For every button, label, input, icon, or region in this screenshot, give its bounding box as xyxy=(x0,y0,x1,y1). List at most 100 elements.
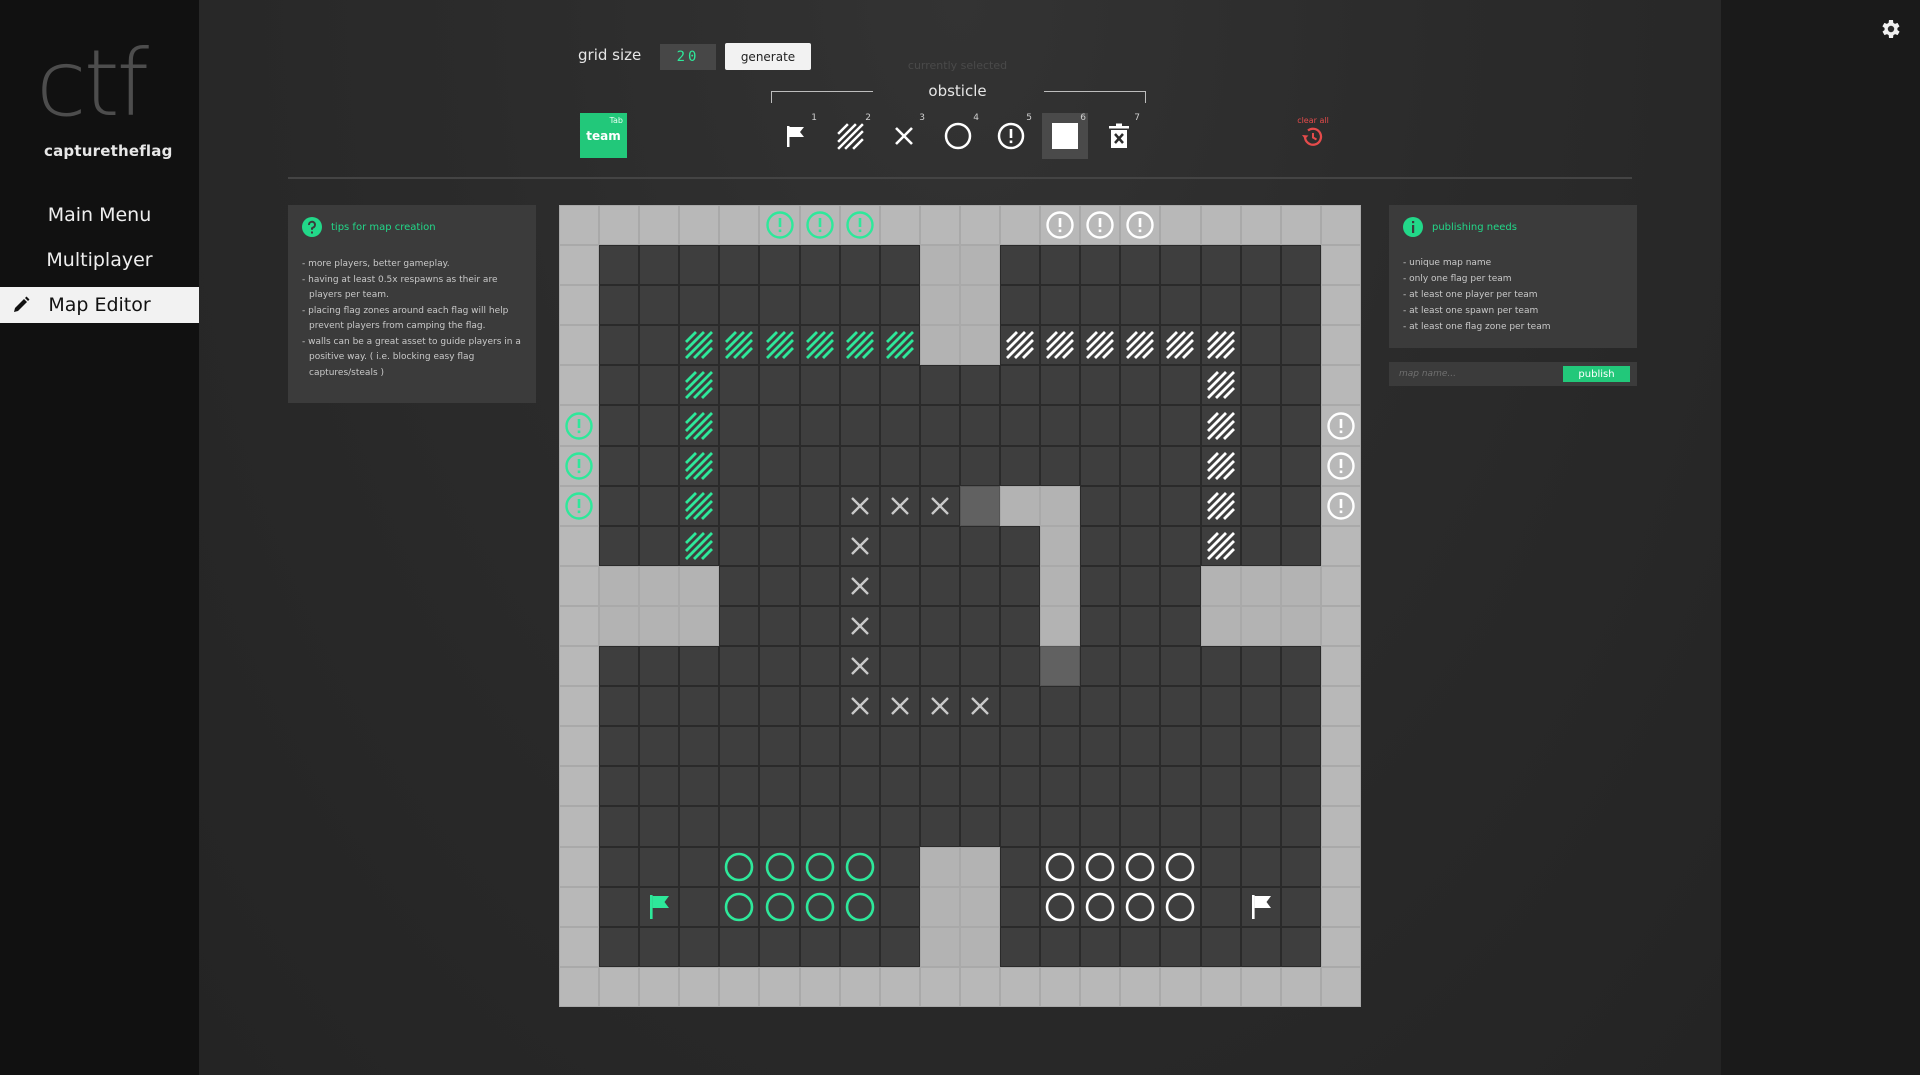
map-cell-floor[interactable] xyxy=(799,806,840,847)
map-cell-floor[interactable] xyxy=(839,405,880,446)
map-cell-floor[interactable] xyxy=(1200,686,1241,727)
map-cell-floor[interactable] xyxy=(759,806,800,847)
map-cell-white-flag-zone[interactable] xyxy=(1080,886,1121,927)
map-cell-floor[interactable] xyxy=(679,806,720,847)
map-cell-white-hatch[interactable] xyxy=(1040,325,1081,366)
map-cell-floor[interactable] xyxy=(1000,565,1041,606)
map-cell-green-flag-zone[interactable] xyxy=(759,886,800,927)
map-cell-floor[interactable] xyxy=(839,926,880,967)
map-cell-floor[interactable] xyxy=(1040,646,1081,687)
map-cell-edge-wall[interactable] xyxy=(1320,886,1361,927)
map-cell-floor[interactable] xyxy=(879,646,920,687)
map-cell-floor[interactable] xyxy=(759,365,800,406)
clear-all-button[interactable]: clear all xyxy=(1290,113,1336,159)
tool-circle[interactable]: 4 xyxy=(935,113,981,159)
map-cell-floor[interactable] xyxy=(719,285,760,326)
map-cell-floor[interactable] xyxy=(1280,405,1321,446)
map-cell-floor[interactable] xyxy=(1080,726,1121,767)
map-cell-floor[interactable] xyxy=(1120,926,1161,967)
map-cell-x-mark[interactable] xyxy=(959,686,1001,727)
map-cell-floor[interactable] xyxy=(599,525,640,566)
map-cell-floor[interactable] xyxy=(719,926,760,967)
map-cell-x-mark[interactable] xyxy=(839,485,880,526)
map-cell-edge-wall[interactable] xyxy=(679,966,720,1007)
map-cell-green-flag-zone[interactable] xyxy=(799,886,840,927)
map-cell-edge-wall[interactable] xyxy=(1080,966,1121,1007)
map-cell-floor[interactable] xyxy=(919,365,960,406)
map-cell-edge-wall[interactable] xyxy=(559,365,600,406)
map-cell-floor[interactable] xyxy=(1000,806,1041,847)
map-cell-floor[interactable] xyxy=(719,365,760,406)
map-cell-edge-wall[interactable] xyxy=(1240,966,1281,1007)
map-cell-edge-wall[interactable] xyxy=(879,966,920,1007)
map-cell-floor[interactable] xyxy=(1000,525,1041,566)
map-cell-green-spawn[interactable] xyxy=(759,205,800,246)
map-cell-floor[interactable] xyxy=(639,806,680,847)
map-cell-floor[interactable] xyxy=(1280,846,1321,887)
map-cell-floor[interactable] xyxy=(1080,245,1121,286)
map-cell-white-spawn[interactable] xyxy=(1080,205,1121,246)
map-cell-floor[interactable] xyxy=(879,605,920,647)
map-cell-floor[interactable] xyxy=(759,405,800,446)
map-cell-floor[interactable] xyxy=(639,926,680,967)
map-cell-green-spawn[interactable] xyxy=(559,445,600,486)
map-cell-floor[interactable] xyxy=(919,646,960,687)
map-cell-edge-wall[interactable] xyxy=(1320,205,1361,246)
map-cell-floor[interactable] xyxy=(959,445,1001,486)
map-cell-white-flag-zone[interactable] xyxy=(1120,886,1161,927)
map-cell-floor[interactable] xyxy=(599,245,640,286)
map-cell-white-hatch[interactable] xyxy=(1200,405,1241,446)
map-cell-floor[interactable] xyxy=(759,445,800,486)
map-cell-floor[interactable] xyxy=(1080,485,1121,526)
map-cell-floor[interactable] xyxy=(879,565,920,606)
map-cell-floor[interactable] xyxy=(1160,485,1201,526)
map-cell-floor[interactable] xyxy=(1200,245,1241,286)
map-cell-white-flag-zone[interactable] xyxy=(1160,846,1201,887)
generate-button[interactable]: generate xyxy=(725,43,811,70)
map-cell-floor[interactable] xyxy=(1000,445,1041,486)
map-cell-edge-wall[interactable] xyxy=(1320,766,1361,807)
map-cell-edge-wall[interactable] xyxy=(1320,565,1361,606)
map-cell-floor[interactable] xyxy=(1120,726,1161,767)
map-cell-floor[interactable] xyxy=(799,565,840,606)
map-cell-green-hatch[interactable] xyxy=(879,325,920,366)
map-cell-floor[interactable] xyxy=(759,525,800,566)
map-cell-floor[interactable] xyxy=(1120,686,1161,727)
map-cell-floor[interactable] xyxy=(599,405,640,446)
map-cell-floor[interactable] xyxy=(1240,646,1281,687)
map-cell-wall[interactable] xyxy=(959,886,1001,927)
map-cell-x-mark[interactable] xyxy=(839,646,880,687)
map-cell-floor[interactable] xyxy=(1280,686,1321,727)
grid-size-input[interactable] xyxy=(660,44,716,70)
map-cell-floor[interactable] xyxy=(1240,485,1281,526)
map-cell-floor[interactable] xyxy=(959,605,1001,647)
tool-erase[interactable]: 7 xyxy=(1096,113,1142,159)
map-cell-floor[interactable] xyxy=(959,525,1001,566)
map-cell-white-flag-zone[interactable] xyxy=(1120,846,1161,887)
map-cell-x-mark[interactable] xyxy=(839,565,880,606)
map-cell-floor[interactable] xyxy=(839,726,880,767)
map-cell-floor[interactable] xyxy=(959,485,1001,526)
map-cell-floor[interactable] xyxy=(1240,365,1281,406)
map-cell-wall[interactable] xyxy=(959,325,1001,366)
map-cell-floor[interactable] xyxy=(719,405,760,446)
map-cell-green-hatch[interactable] xyxy=(719,325,760,366)
map-cell-floor[interactable] xyxy=(839,285,880,326)
map-cell-floor[interactable] xyxy=(719,726,760,767)
map-cell-floor[interactable] xyxy=(1040,245,1081,286)
map-cell-floor[interactable] xyxy=(1040,806,1081,847)
map-cell-edge-wall[interactable] xyxy=(959,205,1001,246)
map-name-input[interactable] xyxy=(1389,362,1563,386)
map-cell-edge-wall[interactable] xyxy=(559,846,600,887)
map-cell-floor[interactable] xyxy=(1280,726,1321,767)
map-cell-white-hatch[interactable] xyxy=(1200,365,1241,406)
map-cell-floor[interactable] xyxy=(959,565,1001,606)
map-cell-floor[interactable] xyxy=(1000,886,1041,927)
map-cell-floor[interactable] xyxy=(639,686,680,727)
map-cell-edge-wall[interactable] xyxy=(919,205,960,246)
map-cell-green-spawn[interactable] xyxy=(559,405,600,446)
map-cell-floor[interactable] xyxy=(799,445,840,486)
map-cell-edge-wall[interactable] xyxy=(559,886,600,927)
map-cell-x-mark[interactable] xyxy=(879,686,920,727)
map-cell-green-flag-zone[interactable] xyxy=(759,846,800,887)
